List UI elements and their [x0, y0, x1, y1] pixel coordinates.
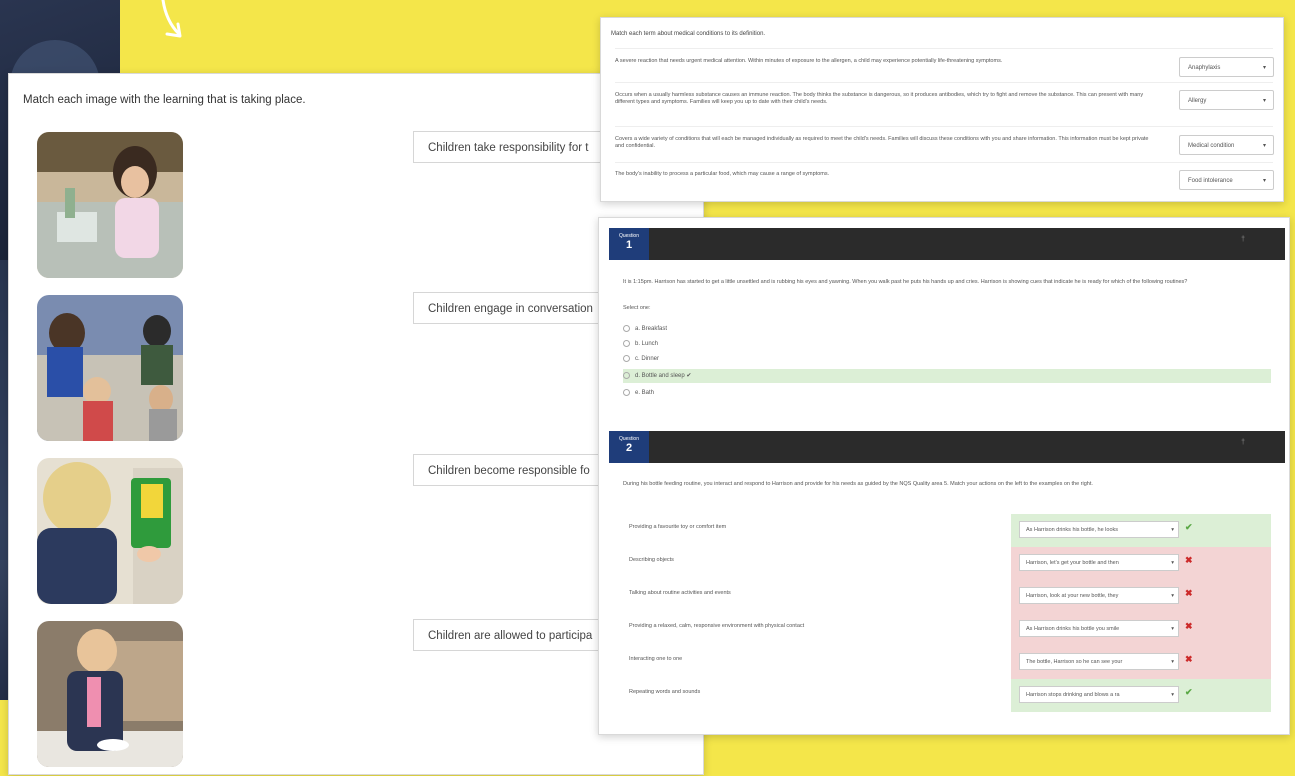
- select-value: As Harrison drinks his bottle you smile: [1026, 626, 1120, 632]
- option-label: a. Breakfast: [635, 326, 668, 332]
- answer-option[interactable]: c. Dinner: [623, 352, 1271, 366]
- answer-cell: The bottle, Harrison so he can see your ▾…: [1011, 646, 1271, 679]
- chevron-down-icon: ▾: [1262, 98, 1266, 104]
- radio-button[interactable]: [623, 354, 630, 362]
- chevron-down-icon: ▾: [1262, 178, 1266, 184]
- question-text: During his bottle feeding routine, you i…: [623, 481, 1093, 487]
- match-row: Providing a favourite toy or comfort ite…: [623, 514, 1271, 547]
- medical-terms-panel: Match each term about medical conditions…: [600, 17, 1284, 202]
- match-row: Describing objects Harrison, let's get y…: [623, 547, 1271, 580]
- select-value: Medical condition: [1188, 143, 1235, 149]
- definition-text: Covers a wide variety of conditions that…: [615, 136, 1149, 149]
- action-label: Interacting one to one: [629, 656, 683, 662]
- answer-option[interactable]: a. Breakfast: [623, 322, 1271, 336]
- radio-button[interactable]: [623, 388, 630, 396]
- answer-cell: As Harrison drinks his bottle you smile ▾…: [1011, 613, 1271, 646]
- chevron-down-icon: ▾: [1262, 143, 1266, 149]
- answer-select[interactable]: As Harrison drinks his bottle, he looks ▾: [1019, 521, 1179, 538]
- answer-cell: Harrison, let's get your bottle and then…: [1011, 547, 1271, 580]
- action-label: Talking about routine activities and eve…: [629, 590, 731, 596]
- select-value: Harrison, let's get your bottle and then: [1026, 560, 1119, 566]
- divider: [615, 48, 1273, 49]
- check-icon: ✔: [1185, 522, 1193, 532]
- chevron-down-icon: ▾: [1169, 687, 1174, 702]
- option-label: c. Dinner: [635, 356, 660, 362]
- match-row: Talking about routine activities and eve…: [623, 580, 1271, 613]
- answer-option[interactable]: e. Bath: [623, 386, 1271, 400]
- answer-cell: Harrison, look at your new bottle, they ▾…: [1011, 580, 1271, 613]
- select-one-label: Select one:: [623, 305, 651, 311]
- term-select[interactable]: Medical condition ▾: [1179, 135, 1274, 155]
- term-select[interactable]: Food intolerance ▾: [1179, 170, 1274, 190]
- term-select[interactable]: Anaphylaxis ▾: [1179, 57, 1274, 77]
- select-value: Allergy: [1188, 98, 1207, 104]
- answer-option[interactable]: b. Lunch: [623, 337, 1271, 351]
- divider: [615, 82, 1273, 83]
- match-row: Interacting one to one The bottle, Harri…: [623, 646, 1271, 679]
- answer-cell: Harrison stops drinking and blows a ra ▾ …: [1011, 679, 1271, 712]
- option-label: b. Lunch: [635, 341, 659, 347]
- answer-select[interactable]: Harrison, let's get your bottle and then…: [1019, 554, 1179, 571]
- quiz-panel: Question 1 † It is 1:15pm. Harrison has …: [598, 217, 1290, 735]
- question-badge: Question 1: [609, 228, 649, 260]
- action-label: Providing a favourite toy or comfort ite…: [629, 524, 727, 530]
- cross-icon: ✖: [1185, 588, 1193, 598]
- chevron-down-icon: ▾: [1169, 654, 1174, 669]
- select-value: Harrison, look at your new bottle, they: [1026, 593, 1119, 599]
- answer-select[interactable]: As Harrison drinks his bottle you smile ▾: [1019, 620, 1179, 637]
- answer-option-correct[interactable]: d. Bottle and sleep ✔: [623, 369, 1271, 383]
- flag-icon[interactable]: †: [1241, 439, 1245, 446]
- action-label: Describing objects: [629, 557, 674, 563]
- select-value: Anaphylaxis: [1188, 65, 1221, 71]
- select-value: Food intolerance: [1188, 178, 1233, 184]
- instruction-text: Match each image with the learning that …: [23, 94, 306, 106]
- action-label: Providing a relaxed, calm, responsive en…: [629, 623, 805, 629]
- curved-arrow-icon: [161, 0, 182, 38]
- flag-icon[interactable]: †: [1241, 236, 1245, 243]
- select-value: As Harrison drinks his bottle, he looks: [1026, 527, 1119, 533]
- answer-select[interactable]: Harrison, look at your new bottle, they ▾: [1019, 587, 1179, 604]
- check-icon: ✔: [1185, 687, 1193, 697]
- answer-select[interactable]: Harrison stops drinking and blows a ra ▾: [1019, 686, 1179, 703]
- divider: [615, 126, 1273, 127]
- answer-select[interactable]: The bottle, Harrison so he can see your ▾: [1019, 653, 1179, 670]
- definition-text: Occurs when a usually harmless substance…: [615, 92, 1144, 105]
- select-value: The bottle, Harrison so he can see your: [1026, 659, 1123, 665]
- question-1-header: Question 1 †: [609, 228, 1285, 260]
- cross-icon: ✖: [1185, 654, 1193, 664]
- radio-button[interactable]: [623, 324, 630, 332]
- divider: [615, 162, 1273, 163]
- answer-cell: As Harrison drinks his bottle, he looks ▾…: [1011, 514, 1271, 547]
- photo-child-watering[interactable]: [37, 132, 183, 278]
- chevron-down-icon: ▾: [1169, 588, 1174, 603]
- question-number: 2: [625, 442, 633, 454]
- radio-button[interactable]: [623, 371, 630, 379]
- term-select[interactable]: Allergy ▾: [1179, 90, 1274, 110]
- radio-button[interactable]: [623, 339, 630, 347]
- chevron-down-icon: ▾: [1169, 555, 1174, 570]
- match-row: Repeating words and sounds Harrison stop…: [623, 679, 1271, 712]
- question-badge: Question 2: [609, 431, 649, 463]
- action-label: Repeating words and sounds: [629, 689, 701, 695]
- photo-child-with-box[interactable]: [37, 458, 183, 604]
- select-value: Harrison stops drinking and blows a ra: [1026, 692, 1120, 698]
- chevron-down-icon: ▾: [1262, 65, 1266, 71]
- cross-icon: ✖: [1185, 555, 1193, 565]
- chevron-down-icon: ▾: [1169, 621, 1174, 636]
- question-2-header: Question 2 †: [609, 431, 1285, 463]
- question-label: Question: [618, 436, 639, 442]
- photo-children-at-table[interactable]: [37, 295, 183, 441]
- option-label: d. Bottle and sleep ✔: [635, 373, 692, 379]
- cross-icon: ✖: [1185, 621, 1193, 631]
- question-number: 1: [625, 239, 633, 251]
- option-label: e. Bath: [635, 390, 655, 396]
- question-text: It is 1:15pm. Harrison has started to ge…: [623, 279, 1188, 285]
- photo-child-in-kitchen[interactable]: [37, 621, 183, 767]
- match-row: Providing a relaxed, calm, responsive en…: [623, 613, 1271, 646]
- definition-text: A severe reaction that needs urgent medi…: [615, 58, 1003, 64]
- question-label: Question: [618, 233, 639, 239]
- definition-text: The body's inability to process a partic…: [615, 171, 830, 177]
- instruction-text: Match each term about medical conditions…: [611, 31, 766, 37]
- chevron-down-icon: ▾: [1169, 522, 1174, 537]
